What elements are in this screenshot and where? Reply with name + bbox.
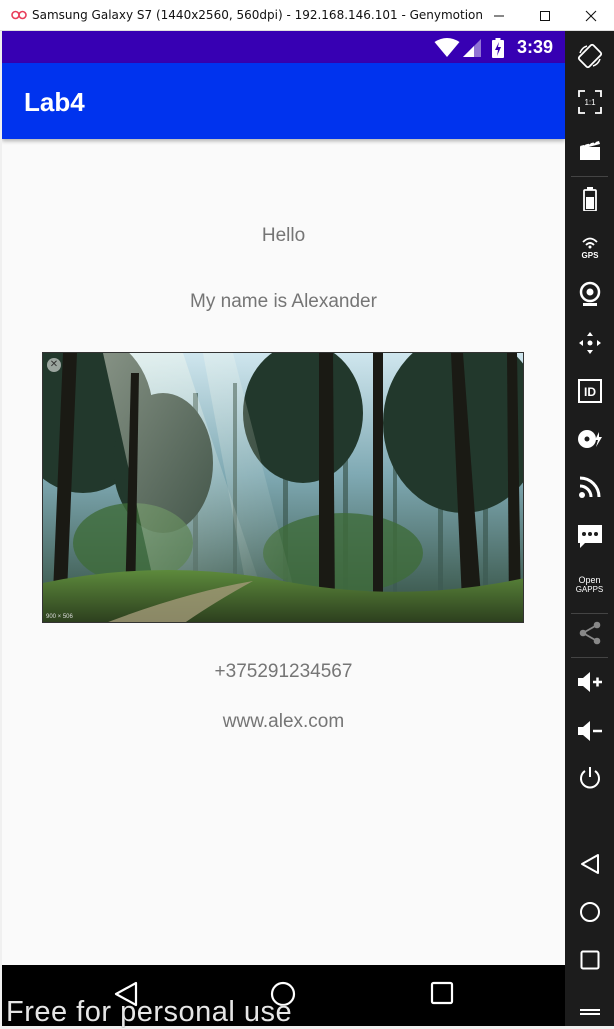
close-icon: ✕ — [47, 358, 61, 372]
capture-icon — [579, 139, 600, 160]
close-window-button[interactable] — [568, 0, 614, 31]
pixel-perfect-icon: 1:1 — [577, 90, 602, 114]
app-bar: Lab4 — [2, 63, 565, 139]
watermark-text: Free for personal use — [6, 996, 293, 1028]
pixel-perfect-label: 1:1 — [584, 98, 596, 107]
capture-button[interactable] — [565, 130, 614, 170]
toolbar-divider — [571, 657, 608, 658]
wifi-icon — [434, 38, 460, 57]
network-button[interactable] — [565, 467, 614, 507]
forest-picture — [43, 353, 523, 622]
window-title: Samsung Galaxy S7 (1440x2560, 560dpi) - … — [32, 8, 484, 22]
disk-io-icon — [577, 430, 602, 448]
maximize-icon — [540, 10, 550, 21]
open-gapps-button[interactable]: Open GAPPS — [565, 565, 614, 605]
volume-up-icon — [577, 672, 602, 692]
hello-text: Hello — [261, 225, 306, 246]
window-titlebar: Samsung Galaxy S7 (1440x2560, 560dpi) - … — [0, 0, 614, 31]
rotate-icon — [577, 43, 602, 69]
volume-down-button[interactable] — [565, 711, 614, 751]
app-title: Lab4 — [24, 87, 85, 117]
camera-button[interactable] — [565, 274, 614, 314]
share-button[interactable] — [565, 613, 614, 653]
name-text: My name is Alexander — [190, 291, 377, 312]
toolbar-menu-button[interactable] — [565, 988, 614, 1028]
emulator-toolbar: 1:1 GPS ID Open GAPPS — [565, 31, 614, 1026]
minimize-button[interactable] — [476, 0, 522, 31]
gps-label: GPS — [581, 251, 599, 260]
sms-icon — [577, 525, 602, 548]
device-id-label: ID — [584, 385, 596, 399]
open-gapps-label-gapps: GAPPS — [575, 585, 604, 594]
rotate-button[interactable] — [565, 36, 614, 76]
pixel-perfect-button[interactable]: 1:1 — [565, 82, 614, 122]
power-icon — [579, 767, 600, 789]
disk-io-button[interactable] — [565, 419, 614, 459]
status-time: 3:39 — [516, 37, 553, 57]
image-dimension-label: 900 × 506 — [46, 614, 73, 620]
toolbar-recents-button[interactable] — [565, 940, 614, 980]
home-icon — [579, 902, 600, 922]
back-icon — [580, 854, 599, 874]
device-id-icon: ID — [577, 379, 602, 403]
open-gapps-label-open: Open — [578, 575, 601, 585]
camera-icon — [579, 281, 600, 306]
recents-icon — [580, 950, 599, 970]
signal-icon — [463, 39, 481, 57]
gps-button[interactable]: GPS — [565, 227, 614, 267]
power-button[interactable] — [565, 758, 614, 798]
minimize-icon — [494, 15, 504, 16]
network-icon — [578, 476, 600, 498]
share-icon — [579, 621, 600, 645]
device-id-button[interactable]: ID — [565, 371, 614, 411]
battery-icon — [582, 187, 597, 211]
dpad-icon — [578, 332, 601, 354]
device-screen[interactable]: 3:39 Lab4 Hello My name is Alexander ✕ 9… — [2, 31, 565, 1026]
volume-down-icon — [577, 721, 602, 741]
genymotion-logo-icon — [11, 10, 27, 20]
volume-up-button[interactable] — [565, 662, 614, 702]
status-bar: 3:39 — [2, 31, 565, 63]
website-text: www.alex.com — [222, 711, 345, 732]
sms-button[interactable] — [565, 516, 614, 556]
menu-icon — [579, 1009, 600, 1015]
recents-icon[interactable] — [430, 981, 454, 1005]
toolbar-divider — [571, 176, 608, 177]
toolbar-home-button[interactable] — [565, 892, 614, 932]
gps-icon: GPS — [581, 237, 599, 260]
forest-image: ✕ 900 × 506 — [42, 352, 524, 623]
battery-button[interactable] — [565, 179, 614, 219]
open-gapps-icon: Open GAPPS — [575, 575, 604, 595]
toolbar-back-button[interactable] — [565, 844, 614, 884]
battery-charging-icon — [492, 38, 504, 58]
phone-number-text: +375291234567 — [214, 661, 353, 682]
close-icon — [585, 10, 597, 21]
maximize-button[interactable] — [522, 0, 568, 31]
dpad-button[interactable] — [565, 323, 614, 363]
